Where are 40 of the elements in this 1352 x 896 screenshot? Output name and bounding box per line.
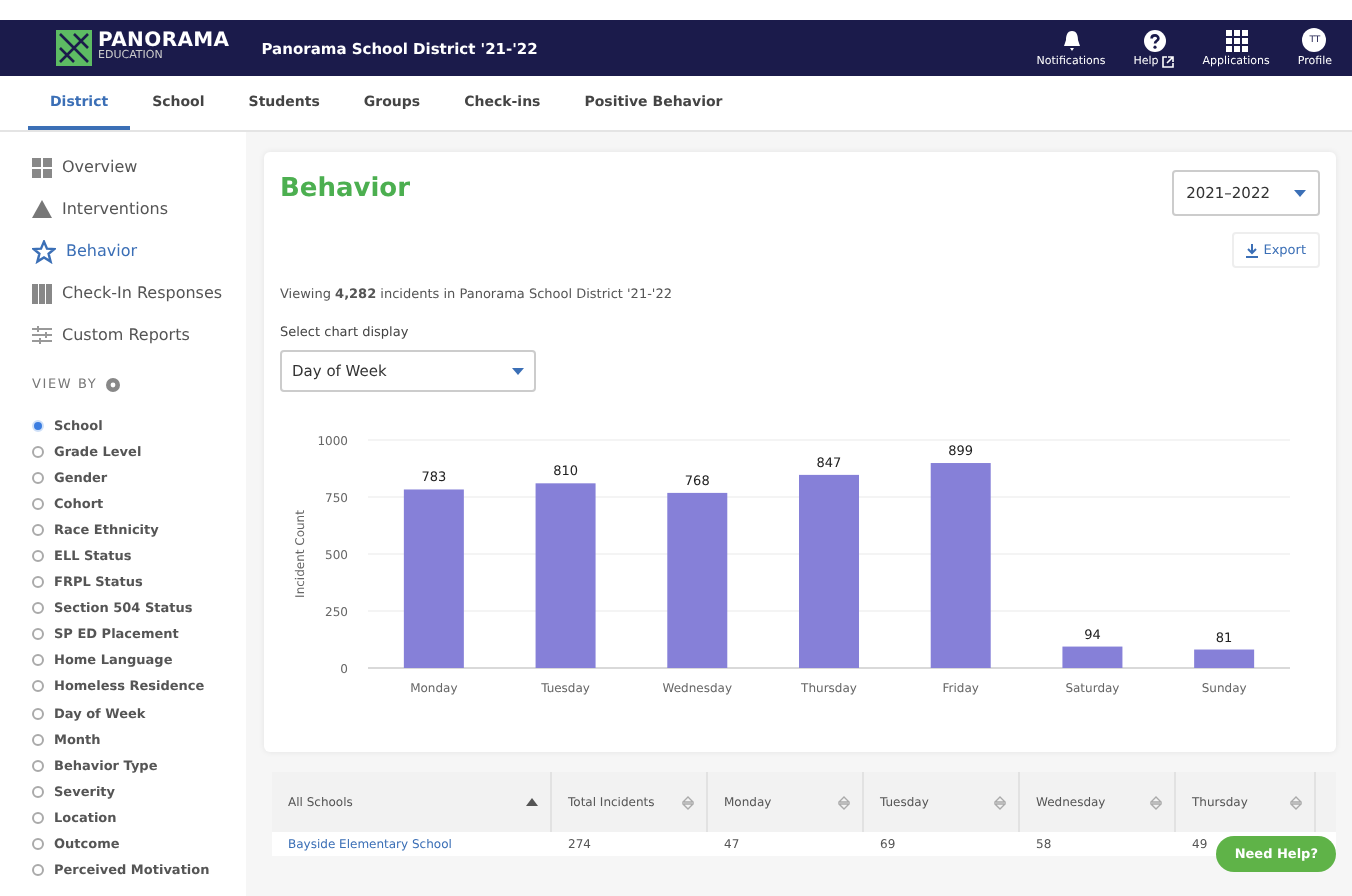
bar <box>1062 646 1123 668</box>
radio-button[interactable] <box>32 576 44 589</box>
sidebar-item[interactable]: Interventions <box>32 188 246 230</box>
radio-button[interactable] <box>32 864 44 877</box>
sidebar-item[interactable]: Custom Reports <box>32 314 246 356</box>
columns-icon <box>32 283 52 303</box>
bar <box>1194 649 1255 668</box>
grid-icon <box>1225 30 1248 52</box>
star-icon <box>32 239 56 263</box>
radio-button[interactable] <box>32 654 44 667</box>
bell-icon <box>1061 30 1082 52</box>
sidebar-item[interactable]: Check-In Responses <box>32 272 246 314</box>
radio-button[interactable] <box>32 471 44 484</box>
radio-button[interactable] <box>32 445 44 458</box>
radio-button[interactable] <box>32 759 44 772</box>
sidebar-item[interactable]: Overview <box>32 146 246 188</box>
help-icon <box>1143 30 1165 52</box>
radio-button[interactable] <box>32 602 44 615</box>
page-title: Behavior <box>280 174 411 204</box>
caret-icon <box>512 367 524 375</box>
dashboard-icon <box>32 157 52 177</box>
external-link-icon <box>1162 56 1175 68</box>
radio-button[interactable] <box>32 523 44 536</box>
sliders-icon <box>32 326 52 344</box>
radio-button[interactable] <box>32 497 44 510</box>
logo-name: PANORAMA <box>98 32 230 53</box>
radio-button[interactable] <box>32 785 44 798</box>
help-icon <box>105 377 120 391</box>
radio-button[interactable] <box>32 680 44 693</box>
sidebar-item[interactable]: Behavior <box>32 230 246 272</box>
radio-button[interactable] <box>32 838 44 851</box>
logo-icon <box>56 30 92 66</box>
download-icon <box>1245 243 1258 257</box>
triangle-icon <box>32 200 52 218</box>
caret-icon <box>1294 189 1306 197</box>
radio-button[interactable] <box>32 550 44 563</box>
radio-button[interactable] <box>32 628 44 641</box>
radio-button[interactable] <box>32 707 44 720</box>
radio-button[interactable] <box>32 811 44 824</box>
radio-button[interactable] <box>32 733 44 746</box>
